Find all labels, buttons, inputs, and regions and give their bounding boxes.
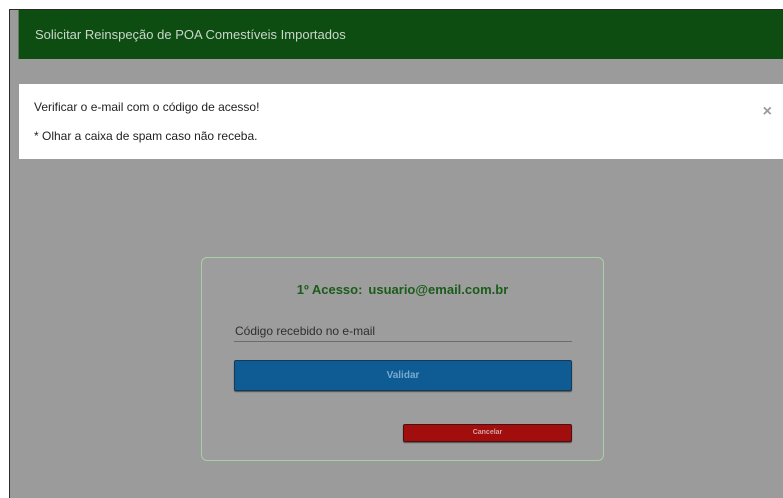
card-title: 1º Acesso: usuario@email.com.br — [202, 282, 603, 297]
validate-button[interactable]: Validar — [234, 360, 572, 391]
first-access-label: 1º Acesso: — [296, 282, 363, 297]
cancel-button[interactable]: Cancelar — [403, 424, 572, 442]
login-card: 1º Acesso: usuario@email.com.br Validar C… — [201, 257, 604, 461]
access-code-input[interactable] — [234, 320, 572, 342]
page-header: Solicitar Reinspeção de POA Comestíveis … — [18, 10, 783, 59]
page-backdrop: Solicitar Reinspeção de POA Comestíveis … — [9, 9, 783, 498]
alert-spam-note: * Olhar a caixa de spam caso não receba. — [34, 129, 258, 143]
alert-message: Verificar o e-mail com o código de acess… — [34, 100, 260, 114]
page-title: Solicitar Reinspeção de POA Comestíveis … — [35, 27, 346, 42]
alert-banner: Verificar o e-mail com o código de acess… — [19, 84, 783, 159]
user-email: usuario@email.com.br — [368, 282, 509, 297]
close-icon[interactable]: × — [763, 104, 772, 120]
